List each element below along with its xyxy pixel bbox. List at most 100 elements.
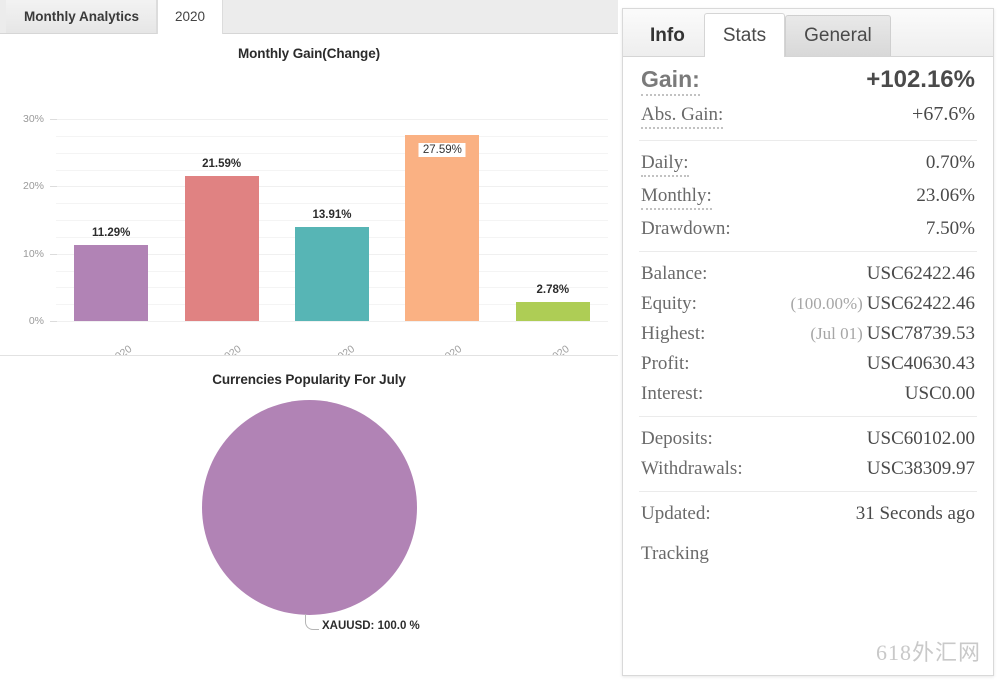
currencies-popularity-panel: Currencies Popularity For July XAUUSD: 1… — [0, 356, 618, 684]
stat-row-interest: Interest: USC0.00 — [639, 379, 977, 409]
stats-list: Gain: +102.16% Abs. Gain: +67.6% Daily: … — [623, 57, 993, 576]
monthly-gain-chart-title: Monthly Gain(Change) — [238, 46, 380, 61]
gridline — [56, 135, 608, 137]
stat-label-tracking: Tracking — [641, 543, 709, 564]
pie-slice-label: XAUUSD: 100.0 % — [322, 620, 420, 632]
stat-label-balance: Balance: — [641, 263, 708, 284]
stat-row-deposits: Deposits: USC60102.00 — [639, 424, 977, 454]
x-axis-tick-label: May 2020 — [312, 343, 357, 355]
stat-label-abs-gain: Abs. Gain: — [641, 104, 724, 129]
stat-group-performance: Daily: 0.70% Monthly: 23.06% Drawdown: 7… — [639, 141, 977, 252]
stat-value-updated: 31 Seconds ago — [855, 503, 975, 524]
stat-value-gain: +102.16% — [866, 66, 975, 93]
stat-value-deposits: USC60102.00 — [866, 428, 975, 449]
stat-label-interest: Interest: — [641, 383, 704, 404]
stat-value-balance: USC62422.46 — [866, 263, 975, 284]
stat-row-daily: Daily: 0.70% — [639, 148, 977, 181]
bar-value-label: 21.59% — [202, 157, 242, 170]
stat-value-withdrawals: USC38309.97 — [866, 458, 975, 479]
stat-label-withdrawals: Withdrawals: — [641, 458, 743, 479]
stat-row-updated: Updated: 31 Seconds ago — [639, 499, 977, 529]
stat-label-daily: Daily: — [641, 152, 689, 177]
y-axis-tick-label: 10% — [22, 247, 44, 260]
analytics-tab-strip: Monthly Analytics 2020 — [0, 0, 618, 34]
stat-amount-equity: USC62422.46 — [866, 293, 975, 314]
stat-label-monthly: Monthly: — [641, 185, 712, 210]
y-axis-tick-label: 20% — [22, 180, 44, 193]
stat-value-daily: 0.70% — [925, 152, 975, 173]
y-axis-tick-mark — [50, 321, 57, 322]
stat-row-withdrawals: Withdrawals: USC38309.97 — [639, 454, 977, 484]
y-axis-tick-label: 0% — [28, 315, 44, 327]
stat-label-gain: Gain: — [641, 66, 700, 96]
stat-subvalue-highest: (Jul 01) — [810, 324, 863, 343]
monthly-gain-chart-panel: Monthly Gain(Change) 0% 10% 20% 30% 11.29% Ma… — [0, 34, 618, 356]
currencies-popularity-plot-area: XAUUSD: 100.0 % — [0, 392, 618, 684]
stat-value-highest: (Jul 01) USC78739.53 — [810, 323, 975, 345]
analytics-dashboard: Monthly Analytics 2020 Monthly Gain(Chan… — [0, 0, 1000, 685]
stat-value-interest: USC0.00 — [904, 383, 975, 404]
x-axis-tick-label: Mar 2020 — [91, 343, 134, 355]
x-axis-tick-label: Jul 2020 — [532, 343, 571, 355]
monthly-gain-plot-area: 0% 10% 20% 30% 11.29% Mar 2020 21.59% Apr 2020 1… — [0, 72, 618, 355]
charts-column: Monthly Analytics 2020 Monthly Gain(Chan… — [0, 0, 618, 685]
bar-value-label: 11.29% — [92, 226, 131, 239]
bar-value-label: 27.59% — [418, 143, 466, 158]
stat-group-account: Balance: USC62422.46 Equity: (100.00%) US… — [639, 252, 977, 417]
stat-label-deposits: Deposits: — [641, 428, 713, 449]
bar-value-label: 2.78% — [536, 284, 570, 297]
stat-row-drawdown: Drawdown: 7.50% — [639, 214, 977, 244]
stat-row-abs-gain: Abs. Gain: +67.6% — [639, 99, 977, 133]
stat-group-meta: Updated: 31 Seconds ago Tracking — [639, 492, 977, 576]
stat-row-monthly: Monthly: 23.06% — [639, 181, 977, 214]
tab-info[interactable]: Info — [631, 15, 704, 56]
stat-value-abs-gain: +67.6% — [912, 103, 975, 125]
stat-value-profit: USC40630.43 — [866, 353, 975, 374]
y-axis-tick-mark — [50, 253, 57, 255]
bar-jul-2020[interactable]: 2.78% — [515, 284, 590, 321]
bar-value-label: 13.91% — [312, 209, 352, 222]
tab-stats-label: Stats — [722, 24, 767, 46]
gridline — [56, 186, 608, 188]
gridline — [56, 321, 608, 322]
gridline — [56, 169, 608, 171]
stat-label-updated: Updated: — [641, 503, 711, 524]
currencies-popularity-title: Currencies Popularity For July — [212, 372, 406, 387]
stats-tab-strip: Info Stats General — [623, 9, 993, 57]
pie-leader-line — [305, 614, 319, 630]
bar-apr-2020[interactable]: 21.59% — [184, 158, 259, 321]
stat-value-monthly: 23.06% — [916, 185, 975, 206]
tab-2020[interactable]: 2020 — [157, 0, 224, 34]
stat-row-gain: Gain: +102.16% — [639, 64, 977, 99]
stat-row-profit: Profit: USC40630.43 — [639, 349, 977, 379]
stat-row-highest: Highest: (Jul 01) USC78739.53 — [639, 319, 977, 349]
y-axis-tick-mark — [50, 119, 57, 120]
stat-group-funding: Deposits: USC60102.00 Withdrawals: USC38… — [639, 417, 977, 492]
stat-row-tracking[interactable]: Tracking — [639, 529, 977, 569]
pie-slice-xauusd[interactable] — [202, 400, 417, 615]
stat-value-equity: (100.00%) USC62422.46 — [791, 293, 975, 315]
bar-jun-2020[interactable]: 27.59% — [405, 135, 480, 321]
bar-may-2020[interactable]: 13.91% — [295, 209, 369, 321]
tab-general[interactable]: General — [785, 15, 891, 56]
x-axis-tick-label: Apr 2020 — [201, 343, 243, 355]
stat-label-profit: Profit: — [641, 353, 690, 374]
tab-monthly-analytics-label: Monthly Analytics — [24, 8, 140, 24]
x-axis-tick-label: Jun 2020 — [422, 343, 464, 355]
stats-panel: Info Stats General Gain: +102.16% Abs. G… — [622, 8, 994, 676]
stat-label-drawdown: Drawdown: — [641, 218, 731, 239]
tab-general-label: General — [804, 25, 872, 46]
stat-group-gain: Gain: +102.16% Abs. Gain: +67.6% — [639, 57, 977, 141]
stat-row-balance: Balance: USC62422.46 — [639, 259, 977, 289]
tab-info-label: Info — [650, 25, 685, 46]
stat-label-highest: Highest: — [641, 323, 706, 344]
site-watermark: 618外汇网 — [875, 640, 981, 665]
gridline — [56, 119, 608, 120]
stat-amount-highest: USC78739.53 — [866, 323, 975, 344]
tab-2020-label: 2020 — [175, 9, 206, 24]
bar-mar-2020[interactable]: 11.29% — [74, 227, 149, 321]
stat-label-equity: Equity: — [641, 293, 697, 314]
tab-stats[interactable]: Stats — [703, 13, 786, 57]
tab-monthly-analytics[interactable]: Monthly Analytics — [6, 0, 158, 33]
gridline — [56, 152, 608, 154]
